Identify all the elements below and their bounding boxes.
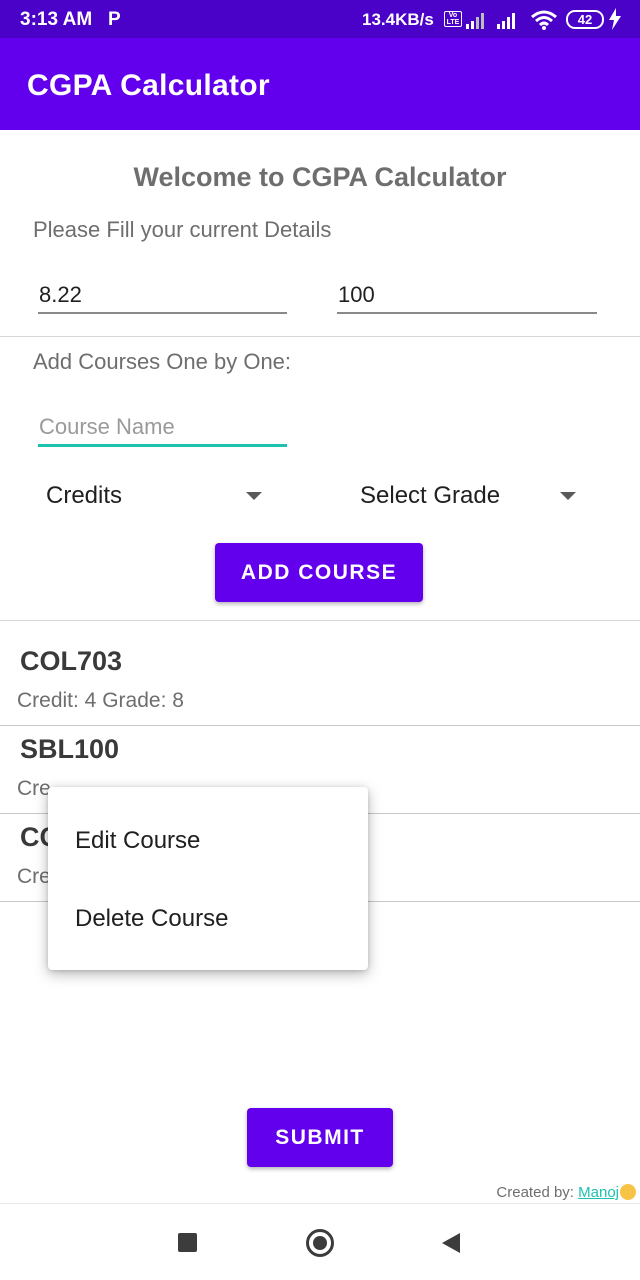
author-link[interactable]: Manoj (578, 1184, 619, 1201)
recents-icon[interactable] (178, 1233, 197, 1252)
network-speed: 13.4KB/s (362, 10, 434, 29)
signal-icon (497, 13, 515, 29)
course-detail: Cre (17, 777, 51, 800)
status-bar: 3:13 AM P 13.4KB/s Vo LTE 42 (0, 0, 640, 38)
app-bar: CGPA Calculator (0, 38, 640, 130)
course-name: COL703 (20, 646, 123, 676)
back-icon[interactable] (442, 1233, 460, 1253)
grade-spinner-label: Select Grade (360, 482, 501, 509)
wifi-icon (531, 10, 557, 30)
current-credits-field[interactable]: 100 (337, 282, 597, 314)
delete-course-menu-item[interactable]: Delete Course (48, 880, 368, 958)
divider (0, 336, 640, 337)
add-course-button[interactable]: ADD COURSE (215, 543, 423, 602)
current-cgpa-field[interactable]: 8.22 (38, 282, 287, 314)
divider (0, 620, 640, 621)
navigation-bar (0, 1203, 640, 1280)
dropdown-arrow-icon (560, 492, 576, 500)
home-icon[interactable] (306, 1229, 334, 1257)
course-name-input[interactable]: Course Name (38, 414, 287, 447)
notification-p-icon: P (108, 9, 121, 30)
status-time: 3:13 AM (20, 9, 93, 30)
submit-button[interactable]: SUBMIT (247, 1108, 393, 1167)
edit-course-menu-item[interactable]: Edit Course (48, 802, 368, 880)
app-title: CGPA Calculator (27, 69, 270, 102)
grade-spinner[interactable]: Select Grade (360, 482, 580, 512)
course-detail: Cre (17, 865, 51, 888)
dropdown-arrow-icon (246, 492, 262, 500)
course-detail: Credit: 4 Grade: 8 (17, 689, 184, 712)
credits-spinner-label: Credits (46, 482, 123, 509)
charging-icon (609, 8, 621, 30)
credits-spinner[interactable]: Credits (46, 482, 266, 512)
welcome-title: Welcome to CGPA Calculator (133, 162, 507, 192)
created-by-footer: Created by: Manoj (496, 1184, 636, 1201)
context-menu: Edit Course Delete Course (48, 787, 368, 970)
add-courses-label: Add Courses One by One: (33, 349, 292, 374)
created-by-label: Created by: (496, 1184, 579, 1201)
course-name: SBL100 (20, 734, 120, 764)
signal-icon (466, 13, 484, 29)
list-item[interactable]: COL703 Credit: 4 Grade: 8 (0, 638, 640, 726)
smiley-icon (620, 1184, 636, 1200)
details-label: Please Fill your current Details (33, 217, 332, 242)
volte-icon: Vo LTE (444, 11, 462, 27)
battery-icon: 42 (566, 10, 604, 29)
